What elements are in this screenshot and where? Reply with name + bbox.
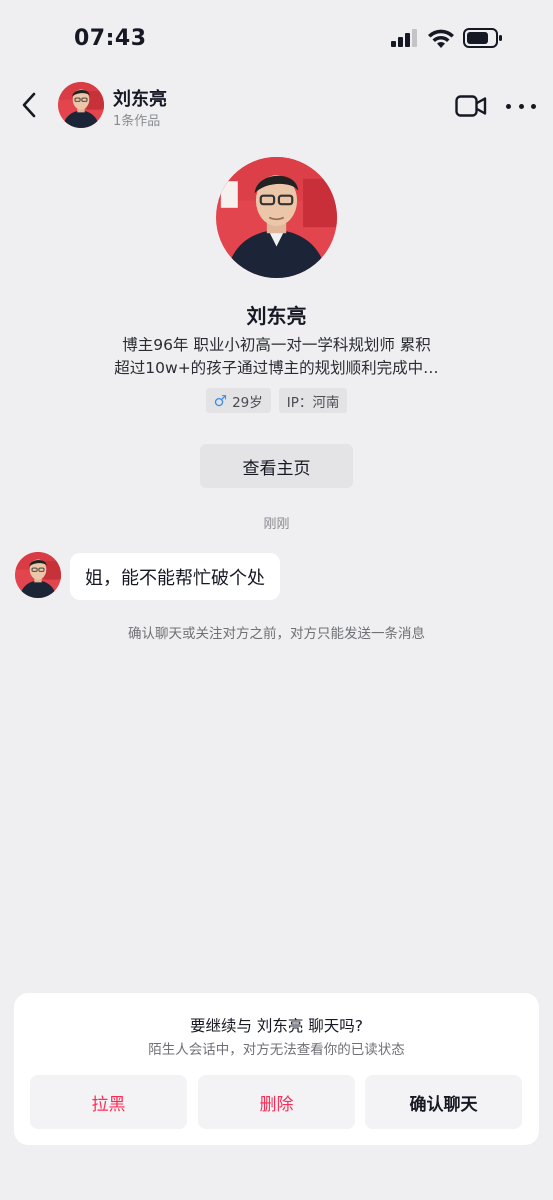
back-button[interactable] [16,88,42,122]
sheet-title: 要继续与 刘东亮 聊天吗? [189,1017,364,1035]
message-timestamp: 刚刚 [263,517,290,532]
more-icon [506,103,511,109]
chat-header: 刘东亮 1条作品 [0,70,553,140]
battery-icon [463,28,502,48]
header-works-count: 1条作品 [113,114,161,129]
header-avatar[interactable] [58,82,104,128]
stranger-chat-sheet: 要继续与 刘东亮 聊天吗? 陌生人会话中，对方无法查看你的已读状态 拉黑 删除 … [14,993,539,1145]
avatar-image [216,157,337,278]
profile-tags: ♂ 29岁 IP：河南 [0,388,553,413]
signal-icon [391,29,417,47]
ip-tag: IP：河南 [278,388,348,413]
chevron-left-icon [22,92,36,118]
block-button[interactable]: 拉黑 [30,1075,187,1129]
status-bar: 07:43 [0,0,553,70]
sheet-subtitle: 陌生人会话中，对方无法查看你的已读状态 [148,1042,405,1058]
avatar-image [58,82,104,128]
more-button[interactable] [506,96,536,116]
message-avatar[interactable] [15,552,61,598]
status-time: 07:43 [74,26,147,51]
age-label: 29岁 [232,394,263,411]
avatar-image [15,552,61,598]
profile-bio-line: 超过10w+的孩子通过博主的规划顺利完成中… [114,359,439,377]
profile-bio: 博主96年 职业小初高一对一学科规划师 累积 超过10w+的孩子通过博主的规划顺… [80,334,473,380]
header-name[interactable]: 刘东亮 [113,85,167,111]
profile-avatar[interactable] [216,157,337,278]
wifi-icon [428,29,454,48]
message-bubble[interactable]: 姐，能不能帮忙破个处 [70,553,280,600]
more-icon [531,103,536,109]
status-icons [391,28,503,48]
video-call-button[interactable] [455,94,487,118]
ip-label: IP：河南 [286,394,340,411]
stranger-notice: 确认聊天或关注对方之前，对方只能发送一条消息 [128,626,425,642]
profile-bio-line: 博主96年 职业小初高一对一学科规划师 累积 [122,336,431,354]
profile-name: 刘东亮 [246,304,307,328]
more-icon [518,103,524,109]
delete-button[interactable]: 删除 [198,1075,355,1129]
video-call-icon [455,95,487,117]
male-icon: ♂ [213,391,228,410]
age-tag: ♂ 29岁 [205,388,271,413]
view-homepage-button[interactable]: 查看主页 [200,444,353,488]
confirm-chat-button[interactable]: 确认聊天 [365,1075,522,1129]
